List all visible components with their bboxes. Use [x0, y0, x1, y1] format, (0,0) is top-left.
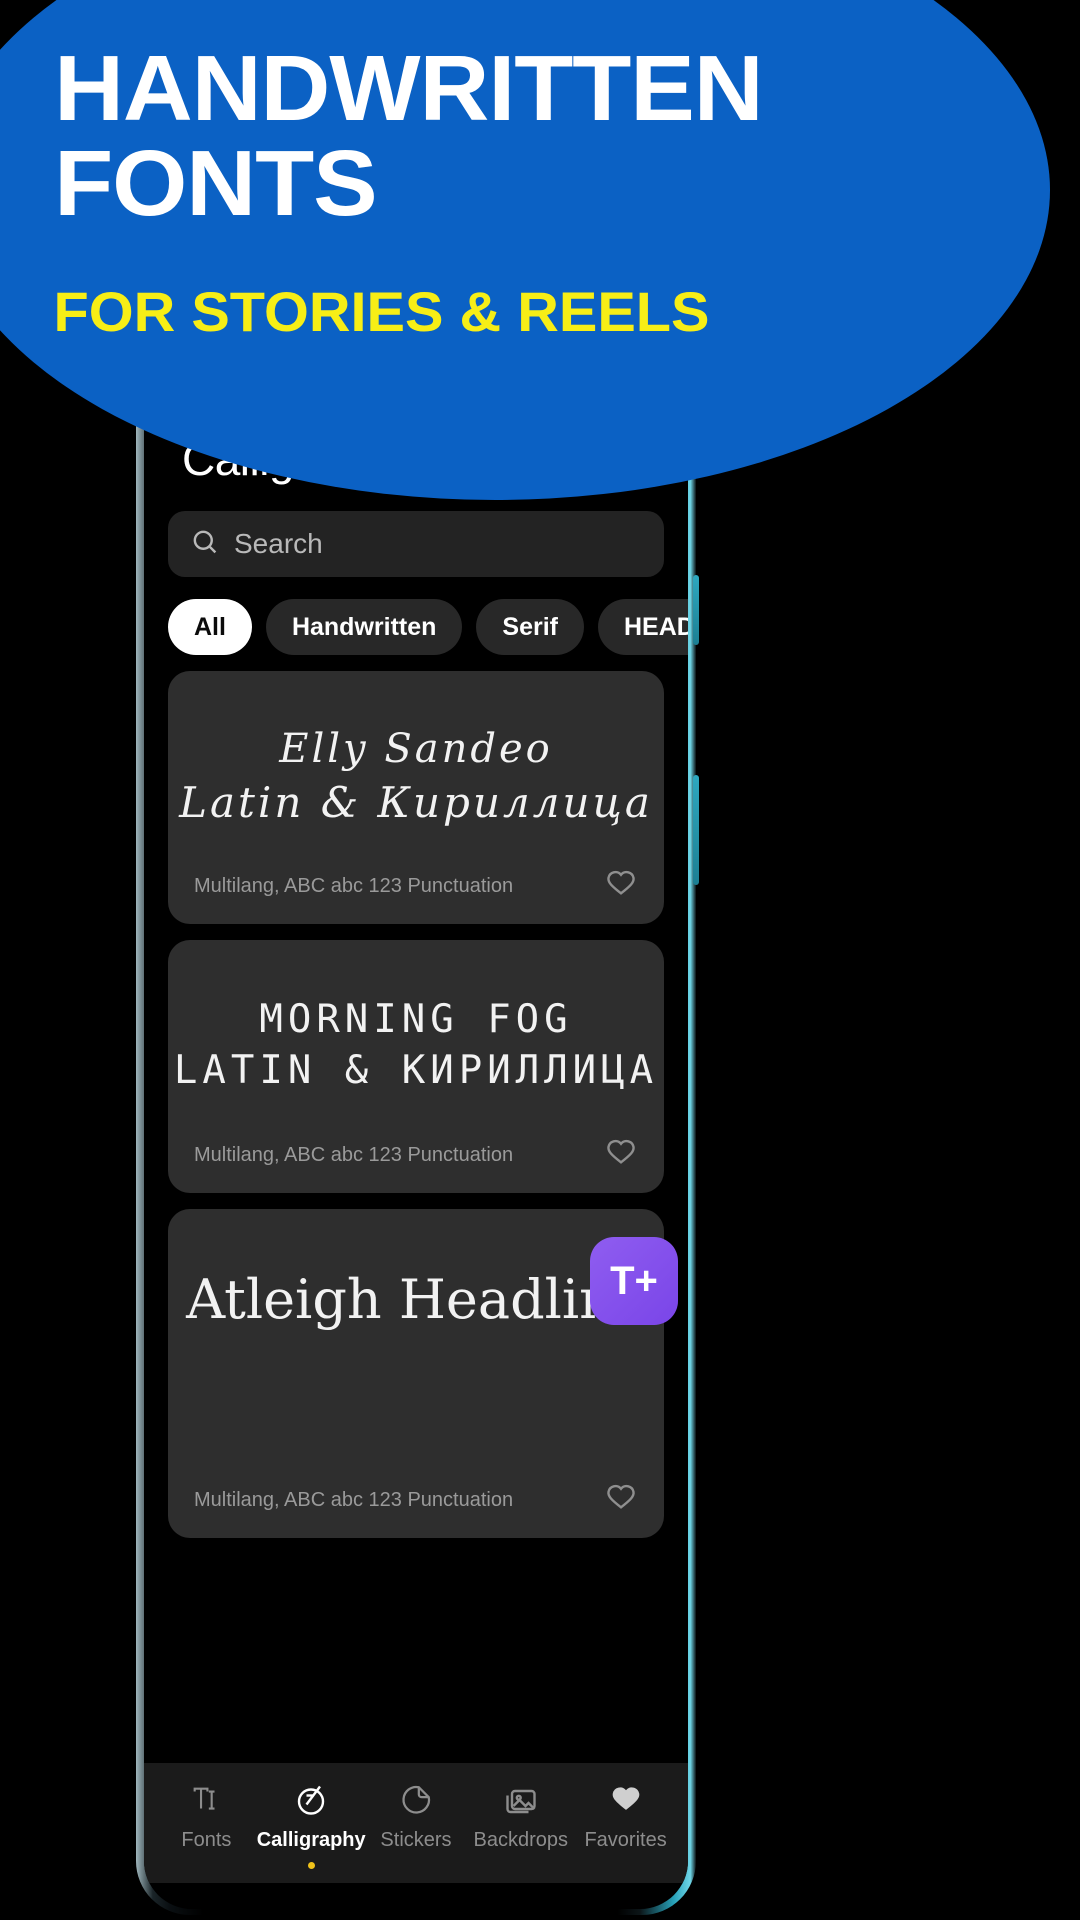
images-icon	[503, 1779, 539, 1821]
phone-frame: 87% Calligraphy	[136, 355, 696, 1915]
heart-outline-icon[interactable]	[604, 867, 638, 906]
search-placeholder: Search	[234, 528, 323, 559]
font-preview-line-1: Atleigh Headline	[186, 1267, 646, 1331]
search-section: Search	[144, 497, 688, 577]
heart-outline-icon[interactable]	[604, 1481, 638, 1520]
font-card-list: Elly Sandeo Latin & Кириллица Multilang,…	[144, 655, 688, 1538]
filter-chip-headline[interactable]: HEADLINE	[598, 599, 688, 655]
nav-label: Favorites	[584, 1829, 667, 1851]
font-preview-line-1: Elly Sandeo	[279, 725, 553, 772]
font-card-footer: Multilang, ABC abc 123 Punctuation	[194, 1120, 638, 1175]
chip-label: Serif	[502, 612, 558, 641]
heart-outline-icon[interactable]	[604, 1136, 638, 1175]
font-meta: Multilang, ABC abc 123 Punctuation	[194, 1144, 514, 1166]
font-meta: Multilang, ABC abc 123 Punctuation	[194, 875, 514, 897]
search-icon	[190, 527, 219, 561]
add-text-button[interactable]: T+	[590, 1237, 678, 1325]
chip-label: HEADLINE	[624, 612, 688, 641]
phone-screen: 87% Calligraphy	[144, 361, 688, 1909]
font-card-footer: Multilang, ABC abc 123 Punctuation	[194, 1359, 638, 1520]
font-preview: Atleigh Headline	[186, 1239, 646, 1359]
chip-label: All	[194, 612, 226, 641]
nav-item-backdrops[interactable]: Backdrops	[469, 1779, 573, 1852]
promo-headline-line-2: FONTS	[54, 131, 378, 236]
nav-label: Stickers	[380, 1829, 452, 1851]
promo-banner-text: HANDWRITTEN FONTS FOR STORIES & REELS	[0, 0, 1080, 344]
font-preview-line-2: LATIN & КИРИЛЛИЦА	[173, 1048, 659, 1093]
sticker-icon	[399, 1779, 433, 1821]
nav-item-calligraphy[interactable]: Calligraphy	[256, 1779, 366, 1869]
nav-label: Backdrops	[473, 1829, 569, 1851]
text-cursor-icon	[189, 1779, 223, 1821]
phone-side-button-lower[interactable]	[693, 775, 699, 885]
promo-subtitle: FOR STORIES & REELS	[53, 279, 710, 343]
chip-label: Handwritten	[291, 612, 437, 641]
font-preview: Elly Sandeo Latin & Кириллица	[179, 701, 650, 851]
filter-chip-all[interactable]: All	[168, 599, 252, 655]
font-card[interactable]: Elly Sandeo Latin & Кириллица Multilang,…	[168, 671, 664, 924]
nav-label: Fonts	[181, 1829, 232, 1851]
nav-item-fonts[interactable]: Fonts	[154, 1779, 258, 1852]
filter-chip-serif[interactable]: Serif	[476, 599, 584, 655]
font-preview-line-2: Latin & Кириллица	[179, 777, 653, 827]
font-card-footer: Multilang, ABC abc 123 Punctuation	[194, 851, 638, 906]
font-card[interactable]: MORNING FOG LATIN & КИРИЛЛИЦА Multilang,…	[168, 940, 664, 1193]
phone-mockup: 87% Calligraphy	[136, 355, 699, 1915]
font-card[interactable]: T+ Atleigh Headline Multilang, ABC abc 1…	[168, 1209, 678, 1538]
promo-headline-line-1: HANDWRITTEN	[54, 36, 764, 140]
nav-item-favorites[interactable]: Favorites	[574, 1779, 678, 1852]
phone-side-button-upper[interactable]	[693, 575, 699, 645]
heart-filled-icon	[608, 1779, 644, 1821]
filter-chip-row[interactable]: All Handwritten Serif HEADLINE D	[144, 577, 688, 655]
bottom-navigation: Fonts Calligraphy Stickers Backdrops Fav…	[144, 1763, 688, 1883]
nav-label: Calligraphy	[256, 1829, 366, 1851]
active-indicator-dot	[307, 1862, 315, 1869]
font-meta: Multilang, ABC abc 123 Punctuation	[194, 1489, 514, 1511]
fab-label: T+	[610, 1258, 658, 1303]
font-preview: MORNING FOG LATIN & КИРИЛЛИЦА	[174, 970, 653, 1120]
nav-item-stickers[interactable]: Stickers	[364, 1779, 468, 1852]
search-input[interactable]: Search	[168, 511, 664, 577]
calligraphy-pen-icon	[293, 1779, 329, 1821]
font-preview-line-1: MORNING FOG	[259, 997, 573, 1042]
filter-chip-handwritten[interactable]: Handwritten	[265, 599, 463, 655]
